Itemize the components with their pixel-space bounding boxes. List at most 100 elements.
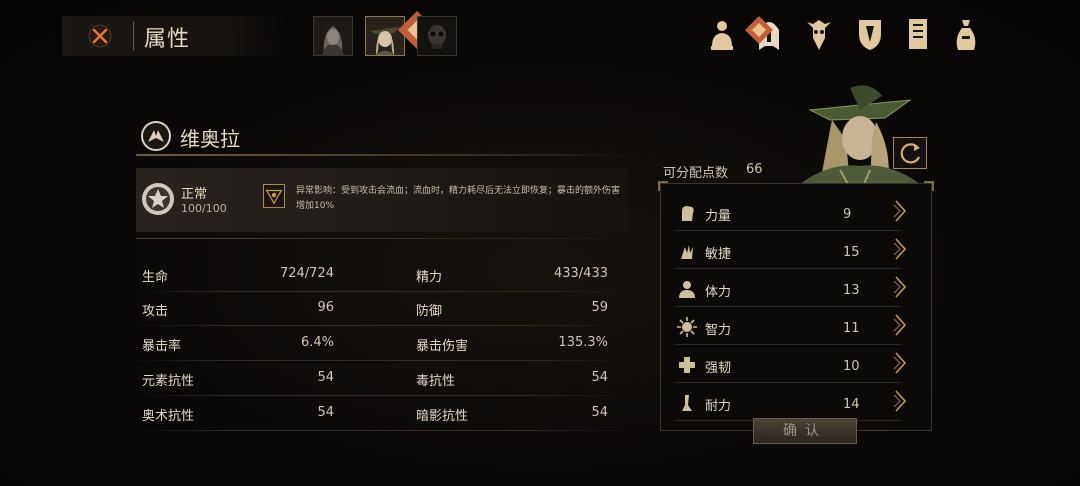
page-title: 属性 [144,27,191,52]
increase-arrow-icon[interactable] [893,389,907,413]
stat-value: 59 [591,300,608,315]
attribute-value: 9 [843,207,852,222]
available-points-value: 66 [746,162,763,177]
attribute-value: 13 [843,283,860,298]
row-divider [675,306,901,307]
refresh-icon [900,143,921,164]
increase-arrow-icon[interactable] [893,313,907,337]
stat-value: 724/724 [279,266,334,281]
sun-mind-icon [677,317,697,337]
class-emblem-icon [140,120,172,152]
title-separator [133,22,134,50]
attribute-value: 11 [843,321,860,336]
increase-arrow-icon[interactable] [893,199,907,223]
confirm-button[interactable]: 确认 [753,418,857,444]
hand-icon [677,241,697,261]
divider [136,238,628,239]
body-icon [677,279,697,299]
status-effect-description: 异常影响：受到攻击会流血；流血时，精力耗尽后无法立即恢复；暴击的额外伤害增加10… [296,186,621,211]
stat-value: 6.4% [300,335,334,350]
stat-value: 96 [317,300,334,315]
character-bust-icon [711,21,733,50]
menu-equipment-button[interactable] [745,16,783,52]
skill-tree-icon [807,20,831,50]
menu-journal-button[interactable] [904,16,932,52]
close-button[interactable] [86,22,114,50]
warrior-face-icon [314,17,352,55]
row-divider [130,430,624,431]
journal-icon [909,19,927,49]
portrait-character-3[interactable] [417,16,457,56]
effect-eye-icon [263,184,285,208]
stat-label: 暴击伤害 [416,339,469,354]
close-x-icon[interactable] [86,22,114,50]
menu-skills-button[interactable] [805,16,833,52]
stat-label: 奥术抗性 [142,409,195,424]
cross-icon [677,355,697,375]
attribute-row-2: 敏捷 15 [675,233,917,269]
attribute-label: 强韧 [705,361,732,376]
stat-value: 54 [591,370,608,385]
bag-icon [956,20,976,50]
increase-arrow-icon[interactable] [893,275,907,299]
stat-row: 奥术抗性 54 暗影抗性 54 [130,397,624,431]
stat-label: 攻击 [142,304,169,319]
menu-character-button[interactable] [708,16,736,52]
stat-row: 生命 724/724 精力 433/433 [130,258,624,292]
leg-icon [677,393,697,413]
attribute-row-6: 耐力 14 [675,385,917,421]
attribute-label: 耐力 [705,399,732,414]
row-divider [675,382,901,383]
attribute-row-4: 智力 11 [675,309,917,345]
attribute-label: 敏捷 [705,247,732,262]
attribute-label: 体力 [705,285,732,300]
portrait-character-2[interactable] [365,11,436,56]
status-label: 正常 [181,187,208,202]
stat-label: 暴击率 [142,339,182,354]
portrait-character-1[interactable] [313,16,353,56]
stat-value: 54 [317,370,334,385]
attribute-value: 10 [843,359,860,374]
reset-points-button[interactable] [893,137,927,169]
status-value: 100/100 [181,202,227,215]
attribute-row-5: 强韧 10 [675,347,917,383]
shield-icon [859,20,881,50]
stat-value: 433/433 [553,266,608,281]
menu-defense-button[interactable] [856,16,884,52]
stat-row: 暴击率 6.4% 暴击伤害 135.3% [130,327,624,361]
stat-label: 精力 [416,270,443,285]
stat-label: 元素抗性 [142,374,195,389]
increase-arrow-icon[interactable] [893,237,907,261]
stat-value: 135.3% [558,335,608,350]
stat-value: 54 [591,405,608,420]
row-divider [130,395,624,396]
increase-arrow-icon[interactable] [893,351,907,375]
stat-row: 元素抗性 54 毒抗性 54 [130,362,624,396]
attribute-row-3: 体力 13 [675,271,917,307]
fist-icon [677,203,697,223]
character-name: 维奥拉 [180,127,240,151]
new-badge-icon [745,12,773,44]
attribute-panel: 力量 9 敏捷 15 体力 13 智力 11 强韧 10 耐力 14 [658,181,934,431]
attribute-label: 智力 [705,323,732,338]
available-points-label: 可分配点数 [663,166,729,181]
stat-label: 毒抗性 [416,374,456,389]
stat-label: 生命 [142,270,169,285]
row-divider [130,325,624,326]
attribute-value: 14 [843,397,860,412]
stat-value: 54 [317,405,334,420]
menu-inventory-button[interactable] [952,16,980,52]
status-panel: 正常 100/100 异常影响：受到攻击会流血；流血时，精力耗尽后无法立即恢复；… [136,168,628,232]
divider [136,154,628,156]
attribute-value: 15 [843,245,860,260]
title-bar: 属性 [62,16,292,56]
stat-label: 暗影抗性 [416,409,469,424]
row-divider [130,360,624,361]
stat-row: 攻击 96 防御 59 [130,292,624,326]
row-divider [675,268,901,269]
new-badge-icon [398,11,436,49]
attribute-row-1: 力量 9 [675,195,917,231]
status-emblem-icon [141,182,175,216]
row-divider [675,344,901,345]
skull-face-icon [418,17,456,55]
